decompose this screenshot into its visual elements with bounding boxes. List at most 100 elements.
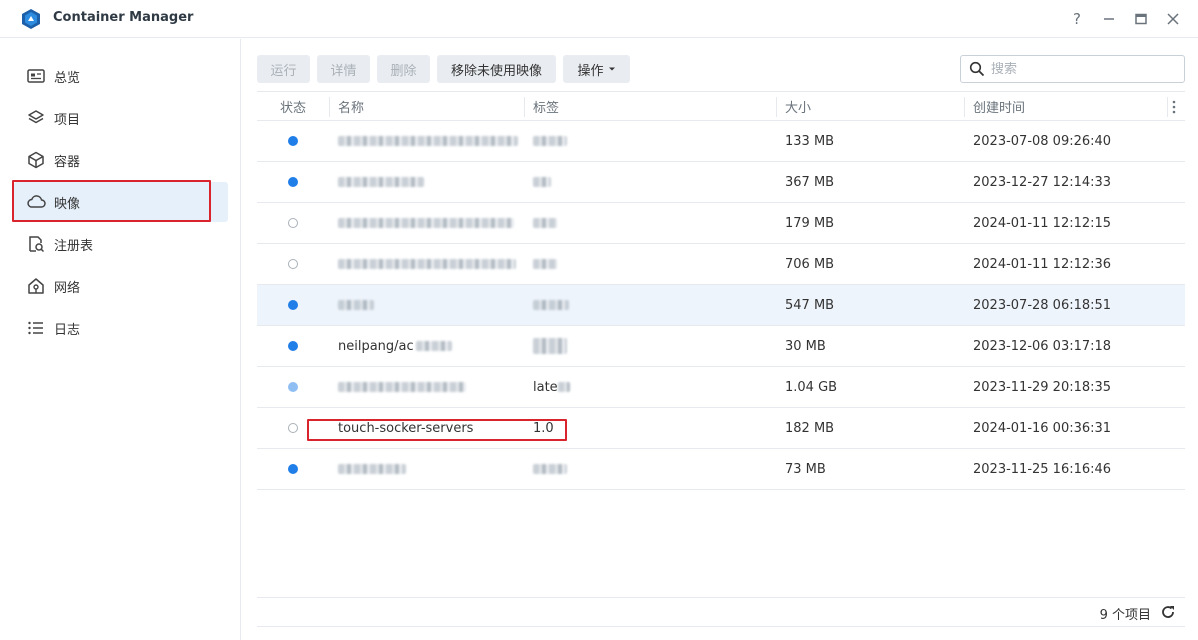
actions-dropdown-button[interactable]: 操作 [563,55,630,83]
table-row[interactable]: late 1.04 GB 2023-11-29 20:18:35 [257,367,1185,408]
column-separator[interactable] [524,97,525,117]
sidebar-item-network[interactable]: 网络 [14,266,228,306]
column-options-icon[interactable] [1172,92,1176,121]
sidebar-item-label: 网络 [54,280,81,296]
actions-label: 操作 [577,63,604,79]
redacted-text [533,464,567,474]
table-row[interactable]: 179 MB 2024-01-11 12:12:15 [257,203,1185,244]
table-row[interactable]: 133 MB 2023-07-08 09:26:40 [257,121,1185,162]
sidebar-item-overview[interactable]: 总览 [14,56,228,96]
image-created: 2023-07-08 09:26:40 [973,133,1112,149]
column-header-created[interactable]: 创建时间 [973,92,1025,121]
image-size: 179 MB [785,215,835,231]
image-tag [533,326,567,366]
network-icon [26,276,46,296]
redacted-text [533,338,567,354]
image-name [338,285,374,325]
image-name [338,203,514,243]
sidebar-item-label: 注册表 [54,238,94,254]
sidebar-item-images[interactable]: 映像 [14,182,228,222]
status-running-icon [288,382,298,392]
sidebar-item-logs[interactable]: 日志 [14,308,228,348]
title-bar: Container Manager ? [0,0,1198,38]
search-box[interactable] [960,55,1185,83]
image-tag: late [533,367,570,407]
image-tag [533,162,551,202]
status-running-icon [288,464,298,474]
column-separator[interactable] [329,97,330,117]
redacted-text [338,218,514,228]
sidebar-item-registry[interactable]: 注册表 [14,224,228,264]
table-row[interactable]: 547 MB 2023-07-28 06:18:51 [257,285,1185,326]
image-size: 706 MB [785,256,835,272]
column-header-size[interactable]: 大小 [785,92,811,121]
table-row[interactable]: 706 MB 2024-01-11 12:12:36 [257,244,1185,285]
image-created: 2024-01-16 00:36:31 [973,420,1112,436]
status-running-icon [288,300,298,310]
column-separator[interactable] [964,97,965,117]
cube-icon [26,150,46,170]
image-name [338,162,424,202]
image-size: 133 MB [785,133,835,149]
delete-button[interactable]: 删除 [377,55,430,83]
image-size: 182 MB [785,420,835,436]
search-input[interactable] [991,61,1171,77]
column-header-tag[interactable]: 标签 [533,92,559,121]
remove-unused-images-button[interactable]: 移除未使用映像 [437,55,556,83]
run-button[interactable]: 运行 [257,55,310,83]
app-title: Container Manager [53,10,194,25]
help-icon[interactable]: ? [1066,8,1088,30]
sidebar-item-label: 容器 [54,154,81,170]
sidebar-item-containers[interactable]: 容器 [14,140,228,180]
image-tag [533,203,557,243]
image-name [338,121,518,161]
image-name: neilpang/ac [338,326,452,366]
column-separator[interactable] [776,97,777,117]
refresh-icon[interactable] [1159,603,1177,621]
sidebar-item-label: 日志 [54,322,81,338]
image-size: 1.04 GB [785,379,838,395]
image-created: 2023-11-29 20:18:35 [973,379,1112,395]
status-running-icon [288,177,298,187]
table-row[interactable]: touch-socker-servers 1.0 182 MB 2024-01-… [257,408,1185,449]
maximize-icon[interactable] [1130,8,1152,30]
image-created: 2023-07-28 06:18:51 [973,297,1112,313]
table-header: 状态 名称 标签 大小 创建时间 [257,91,1185,121]
column-header-name[interactable]: 名称 [338,92,364,121]
image-size: 73 MB [785,461,826,477]
image-created: 2023-12-06 03:17:18 [973,338,1112,354]
overview-icon [26,66,46,86]
redacted-text [338,177,424,187]
layers-icon [26,108,46,128]
image-created: 2024-01-11 12:12:15 [973,215,1112,231]
search-icon [969,61,985,77]
sidebar-item-projects[interactable]: 项目 [14,98,228,138]
table-row[interactable]: 367 MB 2023-12-27 12:14:33 [257,162,1185,203]
table-footer: 9 个项目 [257,597,1185,627]
redacted-text [338,300,374,310]
image-tag [533,449,567,489]
image-created: 2024-01-11 12:12:36 [973,256,1112,272]
sidebar-item-label: 映像 [54,196,81,212]
status-stopped-icon [288,218,298,228]
column-header-status[interactable]: 状态 [280,92,306,121]
details-button[interactable]: 详情 [317,55,370,83]
status-stopped-icon [288,423,298,433]
image-created: 2023-11-25 16:16:46 [973,461,1112,477]
redacted-text [338,464,406,474]
image-name [338,449,406,489]
redacted-text [533,218,557,228]
image-tag-text: late [533,379,558,395]
image-name: touch-socker-servers [338,420,474,436]
registry-icon [26,234,46,254]
close-icon[interactable] [1162,8,1184,30]
redacted-text [557,382,570,392]
cloud-icon [26,192,46,212]
minimize-icon[interactable] [1098,8,1120,30]
image-tag [533,285,569,325]
table-row[interactable]: neilpang/ac 30 MB 2023-12-06 03:17:18 [257,326,1185,367]
list-icon [26,318,46,338]
table-row[interactable]: 73 MB 2023-11-25 16:16:46 [257,449,1185,490]
sidebar-item-label: 总览 [54,70,81,86]
sidebar-item-label: 项目 [54,112,81,128]
